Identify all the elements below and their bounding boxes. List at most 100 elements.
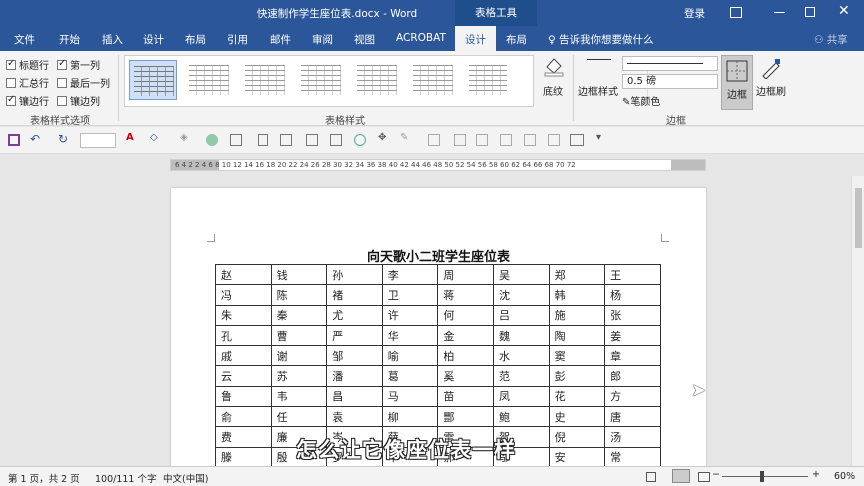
- table-styles-gallery[interactable]: ▲▼▾: [124, 55, 656, 107]
- seat-cell[interactable]: 秦: [270, 304, 328, 326]
- seat-cell[interactable]: 钱: [270, 263, 328, 286]
- border-shape-icon[interactable]: ◇: [150, 132, 162, 144]
- line-weight-dropdown[interactable]: 0.5 磅: [622, 74, 718, 89]
- web-layout-icon[interactable]: [698, 472, 710, 482]
- seat-cell[interactable]: 孔: [215, 324, 272, 347]
- seat-cell[interactable]: 郎: [604, 365, 661, 387]
- seat-cell[interactable]: 韦: [270, 385, 328, 408]
- banded-rows-checkbox[interactable]: 镶边行: [6, 93, 49, 108]
- minimize-icon[interactable]: [774, 12, 785, 13]
- print-layout-icon[interactable]: [672, 469, 690, 483]
- seat-cell[interactable]: 金: [437, 324, 494, 347]
- seat-cell[interactable]: 章: [604, 345, 661, 367]
- seat-cell[interactable]: 严: [326, 324, 383, 347]
- header-row-checkbox[interactable]: 标题行: [6, 57, 49, 72]
- seat-cell[interactable]: 云: [215, 365, 272, 387]
- paint-bucket-icon[interactable]: [543, 55, 565, 77]
- move-icon[interactable]: ✥: [378, 132, 390, 144]
- seat-cell[interactable]: 华: [381, 324, 439, 347]
- seat-cell[interactable]: 俞: [215, 406, 272, 428]
- table-insert-icon[interactable]: [428, 134, 440, 146]
- seat-cell[interactable]: 张: [604, 304, 661, 326]
- border-styles-button[interactable]: 边框样式: [578, 83, 618, 98]
- zoom-slider[interactable]: [722, 476, 808, 477]
- split-icon[interactable]: [524, 134, 536, 146]
- tab-insert[interactable]: 插入: [102, 32, 123, 47]
- last-column-checkbox[interactable]: 最后一列: [57, 75, 110, 90]
- seat-cell[interactable]: 凤: [492, 385, 550, 408]
- seat-cell[interactable]: 方: [604, 385, 661, 408]
- seat-cell[interactable]: 苏: [270, 365, 328, 387]
- seat-cell[interactable]: 柳: [381, 406, 439, 428]
- columns-icon[interactable]: [280, 134, 292, 146]
- maximize-icon[interactable]: [805, 7, 815, 17]
- seat-cell[interactable]: 滕: [215, 446, 272, 466]
- tab-references[interactable]: 引用: [227, 32, 248, 47]
- border-painter-button[interactable]: 边框刷: [756, 83, 786, 98]
- table-style-plain[interactable]: [465, 60, 509, 100]
- layout-icon[interactable]: [570, 134, 584, 146]
- seat-cell[interactable]: 鲍: [492, 406, 550, 428]
- seat-cell[interactable]: 窦: [548, 345, 606, 367]
- read-mode-icon[interactable]: [646, 472, 656, 482]
- seat-cell[interactable]: 鲁: [215, 385, 272, 408]
- table-style-grid[interactable]: [129, 60, 177, 100]
- seat-cell[interactable]: 陶: [548, 324, 606, 347]
- border-style-icon[interactable]: [587, 59, 611, 73]
- seat-cell[interactable]: 花: [548, 385, 606, 408]
- shading-button[interactable]: 底纹: [543, 83, 563, 98]
- font-color-icon[interactable]: A: [126, 132, 138, 144]
- zoom-level[interactable]: 60%: [834, 471, 855, 482]
- seat-cell[interactable]: 戚: [215, 345, 272, 367]
- seat-cell[interactable]: 杨: [604, 284, 661, 306]
- seat-cell[interactable]: 陈: [270, 284, 328, 306]
- language[interactable]: 中文(中国): [163, 471, 208, 485]
- borders-button[interactable]: 边框: [721, 55, 753, 110]
- seat-cell[interactable]: 任: [270, 406, 328, 428]
- zoom-out-icon[interactable]: −: [712, 469, 720, 480]
- seat-cell[interactable]: 冯: [215, 284, 272, 306]
- scrollbar-thumb[interactable]: [855, 188, 862, 248]
- seat-cell[interactable]: 潘: [326, 365, 383, 387]
- seat-cell[interactable]: 唐: [604, 406, 661, 428]
- seat-cell[interactable]: 喻: [381, 345, 439, 367]
- seat-cell[interactable]: 昌: [326, 385, 383, 408]
- merge-icon[interactable]: [500, 134, 512, 146]
- share-button[interactable]: ⚇ 共享: [814, 32, 848, 47]
- zoom-in-icon[interactable]: +: [812, 469, 820, 480]
- rows-icon[interactable]: [476, 134, 488, 146]
- seat-cell[interactable]: 赵: [215, 263, 272, 286]
- seat-cell[interactable]: 郑: [548, 263, 606, 286]
- tab-design[interactable]: 设计: [143, 32, 164, 47]
- login-link[interactable]: 登录: [684, 6, 705, 21]
- seat-cell[interactable]: 何: [437, 304, 494, 326]
- border-painter-icon[interactable]: [760, 57, 782, 80]
- tab-review[interactable]: 审阅: [312, 32, 333, 47]
- chevron-down-icon[interactable]: ▾: [596, 132, 608, 144]
- table-icon[interactable]: [230, 134, 242, 146]
- seat-cell[interactable]: 魏: [492, 324, 550, 347]
- table-delete-icon[interactable]: [454, 134, 466, 146]
- seat-cell[interactable]: 姜: [604, 324, 661, 347]
- tab-table-design[interactable]: 设计: [455, 26, 496, 51]
- seat-cell[interactable]: 吴: [492, 263, 550, 286]
- seat-cell[interactable]: 施: [548, 304, 606, 326]
- seat-cell[interactable]: 倪: [548, 426, 606, 448]
- close-icon[interactable]: ✕: [838, 3, 854, 19]
- undo-icon[interactable]: ↶: [30, 132, 42, 146]
- tab-mailings[interactable]: 邮件: [270, 32, 291, 47]
- seat-cell[interactable]: 许: [381, 304, 439, 326]
- seat-cell[interactable]: 尤: [326, 304, 383, 326]
- circle-icon[interactable]: [206, 134, 218, 146]
- seat-cell[interactable]: 苗: [437, 385, 494, 408]
- seat-cell[interactable]: 卫: [381, 284, 439, 306]
- seat-cell[interactable]: 王: [604, 263, 661, 286]
- seat-cell[interactable]: 马: [381, 385, 439, 408]
- tab-view[interactable]: 视图: [354, 32, 375, 47]
- table-style-plain[interactable]: [185, 60, 233, 100]
- seat-cell[interactable]: 范: [492, 365, 550, 387]
- seat-cell[interactable]: 柏: [437, 345, 494, 367]
- seat-cell[interactable]: 曹: [270, 324, 328, 347]
- distribute-icon[interactable]: [548, 134, 560, 146]
- total-row-checkbox[interactable]: 汇总行: [6, 75, 49, 90]
